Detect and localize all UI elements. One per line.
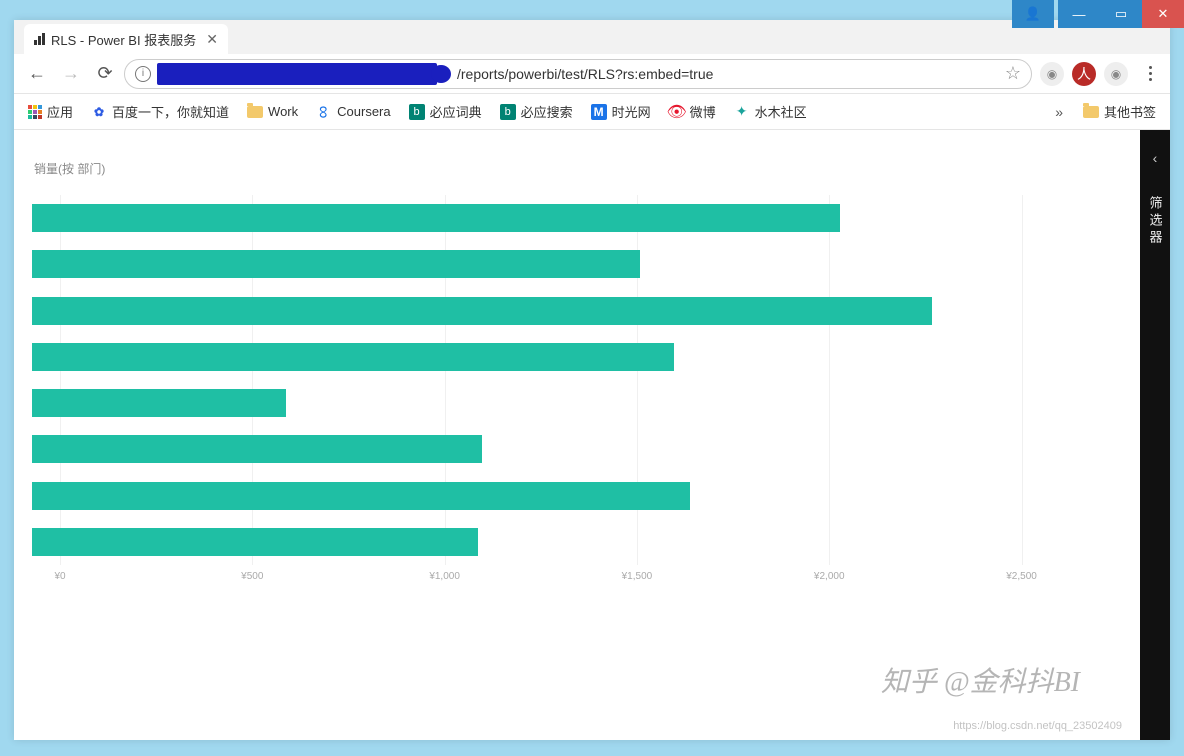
bar-row[interactable]: 北京: [60, 196, 1060, 240]
extension-icon-1[interactable]: ◉: [1040, 62, 1064, 86]
bookmark-item-coursera[interactable]: ∞ Coursera: [310, 100, 396, 124]
bookmark-label: 时光网: [612, 102, 651, 121]
x-tick-label: ¥1,000: [429, 571, 460, 582]
browser-menu-button[interactable]: [1138, 66, 1162, 81]
bar-row[interactable]: 广州: [60, 242, 1060, 286]
bookmark-item-bing-search[interactable]: b 必应搜索: [494, 98, 579, 125]
filter-panel-label[interactable]: 筛选器: [1146, 196, 1165, 247]
bookmark-item-weibo[interactable]: 👁 微博: [663, 98, 722, 125]
bookmark-apps[interactable]: 应用: [22, 98, 79, 125]
x-tick-label: ¥2,000: [814, 571, 845, 582]
tab-strip: RLS - Power BI 报表服务 ✕: [14, 20, 1170, 54]
window-user-button[interactable]: 👤: [1012, 0, 1054, 28]
chart-bars: 北京广州杭州南京上海深圳天津武汉: [60, 195, 1060, 565]
bookmark-label: 微博: [690, 102, 716, 121]
bookmark-other-folder[interactable]: 其他书签: [1077, 98, 1162, 125]
bing-icon: b: [500, 104, 516, 120]
nav-back-button[interactable]: ←: [22, 59, 52, 89]
bookmark-label: Work: [268, 104, 298, 119]
bar-row[interactable]: 武汉: [60, 520, 1060, 564]
bookmark-item-smth[interactable]: ✦ 水木社区: [728, 98, 813, 125]
baidu-icon: ✿: [91, 104, 107, 120]
url-text: /reports/powerbi/test/RLS?rs:embed=true: [457, 66, 713, 82]
url-redacted: [157, 63, 437, 85]
bar-chart[interactable]: 北京广州杭州南京上海深圳天津武汉: [60, 195, 1060, 565]
x-tick-label: ¥500: [241, 571, 263, 582]
nav-reload-button[interactable]: ⟳: [90, 59, 120, 89]
folder-icon: [1083, 106, 1099, 118]
browser-tab[interactable]: RLS - Power BI 报表服务 ✕: [24, 24, 228, 54]
x-tick-label: ¥1,500: [622, 571, 653, 582]
nav-forward-button[interactable]: →: [56, 59, 86, 89]
bookmark-label: 必应词典: [430, 102, 482, 121]
filter-panel-collapsed: ‹ 筛选器: [1140, 130, 1170, 740]
chart-title: 销量(按 部门): [34, 160, 1120, 177]
bookmark-bar: 应用 ✿ 百度一下，你就知道 Work ∞ Coursera b 必应词典 b …: [14, 94, 1170, 130]
panel-expand-button[interactable]: ‹: [1153, 150, 1158, 166]
url-input[interactable]: i /reports/powerbi/test/RLS?rs:embed=tru…: [124, 59, 1032, 89]
browser-window: RLS - Power BI 报表服务 ✕ ← → ⟳ i /reports/p…: [14, 20, 1170, 740]
window-controls: 👤 — ▭ ✕: [1012, 0, 1184, 28]
tab-title: RLS - Power BI 报表服务: [51, 30, 196, 49]
bookmark-star-icon[interactable]: ☆: [1005, 63, 1021, 84]
window-close-button[interactable]: ✕: [1142, 0, 1184, 28]
page-content: 销量(按 部门) 北京广州杭州南京上海深圳天津武汉 ¥0 ¥500 ¥1,000 ¥1…: [14, 130, 1170, 740]
bookmark-item-bing-dict[interactable]: b 必应词典: [403, 98, 488, 125]
window-maximize-button[interactable]: ▭: [1100, 0, 1142, 28]
folder-icon: [247, 106, 263, 118]
bookmark-label: 百度一下，你就知道: [112, 102, 229, 121]
chart-x-axis: ¥0¥500¥1,000¥1,500¥2,000¥2,500: [60, 571, 1060, 591]
site-info-icon[interactable]: i: [135, 66, 151, 82]
x-tick-label: ¥0: [54, 571, 65, 582]
bar-row[interactable]: 杭州: [60, 289, 1060, 333]
bar[interactable]: [32, 528, 478, 556]
bar[interactable]: [32, 204, 840, 232]
bookmark-label: Coursera: [337, 104, 390, 119]
extension-icon-2[interactable]: 人: [1072, 62, 1096, 86]
mtime-icon: M: [591, 104, 607, 120]
coursera-icon: ∞: [316, 104, 332, 120]
bookmark-item-baidu[interactable]: ✿ 百度一下，你就知道: [85, 98, 235, 125]
apps-icon: [28, 105, 42, 119]
bookmark-label: 水木社区: [755, 102, 807, 121]
bar[interactable]: [32, 389, 286, 417]
address-bar: ← → ⟳ i /reports/powerbi/test/RLS?rs:emb…: [14, 54, 1170, 94]
weibo-icon: 👁: [669, 104, 685, 120]
report-area[interactable]: 销量(按 部门) 北京广州杭州南京上海深圳天津武汉 ¥0 ¥500 ¥1,000 ¥1…: [14, 130, 1140, 740]
bar-row[interactable]: 上海: [60, 381, 1060, 425]
tab-close-button[interactable]: ✕: [206, 31, 218, 48]
bookmark-label: 必应搜索: [521, 102, 573, 121]
bing-icon: b: [409, 104, 425, 120]
watermark-url: https://blog.csdn.net/qq_23502409: [953, 720, 1122, 732]
bar[interactable]: [32, 297, 932, 325]
extension-icon-3[interactable]: ◉: [1104, 62, 1128, 86]
powerbi-icon: [34, 33, 45, 45]
bookmark-label: 应用: [47, 102, 73, 121]
bar[interactable]: [32, 250, 640, 278]
bar[interactable]: [32, 482, 690, 510]
bar-row[interactable]: 天津: [60, 474, 1060, 518]
bar-row[interactable]: 南京: [60, 335, 1060, 379]
bar[interactable]: [32, 435, 482, 463]
watermark-text: 知乎 @金科抖BI: [881, 660, 1080, 700]
bookmark-overflow-button[interactable]: »: [1047, 104, 1071, 120]
bar-row[interactable]: 深圳: [60, 427, 1060, 471]
bookmark-item-work[interactable]: Work: [241, 100, 304, 123]
smth-icon: ✦: [734, 104, 750, 120]
bar[interactable]: [32, 343, 674, 371]
x-tick-label: ¥2,500: [1006, 571, 1037, 582]
bookmark-label: 其他书签: [1104, 102, 1156, 121]
bookmark-item-mtime[interactable]: M 时光网: [585, 98, 657, 125]
window-minimize-button[interactable]: —: [1058, 0, 1100, 28]
